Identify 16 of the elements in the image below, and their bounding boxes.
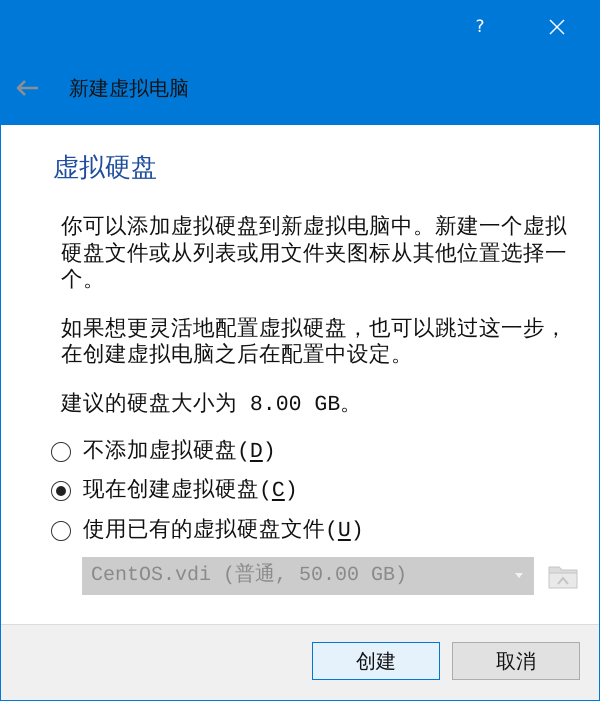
- radio-button[interactable]: [51, 481, 71, 502]
- page-heading: 虚拟硬盘: [53, 152, 158, 185]
- create-button[interactable]: 创建: [312, 642, 440, 680]
- radio-button[interactable]: [51, 520, 71, 541]
- caret-icon: [515, 572, 523, 578]
- radio-button[interactable]: [51, 442, 71, 462]
- option-label[interactable]: 现在创建虚拟硬盘(C): [83, 475, 298, 508]
- close-icon: [549, 19, 565, 35]
- description-text: 你可以添加虚拟硬盘到新虚拟电脑中。新建一个虚拟硬盘文件或从列表或用文件夹图标从其他位置选择一个。: [61, 215, 568, 294]
- window-title: 新建虚拟电脑: [69, 74, 189, 102]
- option-label[interactable]: 不添加虚拟硬盘(D): [83, 436, 276, 468]
- help-button[interactable]: ?: [457, 7, 503, 47]
- description-text: 如果想更灵活地配置虚拟硬盘，也可以跳过这一步，在创建虚拟电脑之后在配置中设定。: [61, 316, 568, 370]
- description-text: 建议的硬盘大小为 8.00 GB。: [61, 392, 364, 418]
- cancel-button[interactable]: 取消: [452, 642, 580, 680]
- option-label[interactable]: 使用已有的虚拟硬盘文件(U): [83, 514, 364, 547]
